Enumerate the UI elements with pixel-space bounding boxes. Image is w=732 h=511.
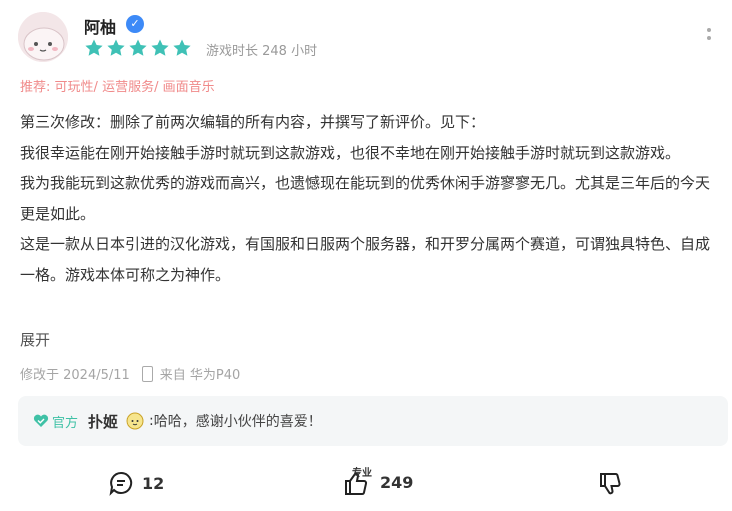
review-meta: 修改于 2024/5/11 来自 华为P40 <box>20 364 240 383</box>
device-label: 来自 华为P40 <box>159 368 241 383</box>
review-paragraph: 我为我能玩到这款优秀的游戏而高兴，也遗憾现在能玩到的优秀休闲手游寥寥无几。尤其是… <box>20 174 711 223</box>
rating-stars <box>84 38 192 58</box>
recommend-tags: 推荐: 可玩性/ 运营服务/ 画面音乐 <box>20 80 215 95</box>
tag-item: 画面音乐 <box>162 80 215 95</box>
tag-item: 运营服务 <box>102 80 155 95</box>
comment-button[interactable]: 12 <box>108 470 164 496</box>
expand-link[interactable]: 展开 <box>20 329 50 350</box>
modified-date: 修改于 2024/5/11 <box>20 368 130 383</box>
playtime: 游戏时长 248 小时 <box>206 44 318 59</box>
tags-label: 推荐: <box>20 80 51 95</box>
star-icon <box>129 39 147 56</box>
action-bar: 12 249 专业 <box>0 466 732 502</box>
replier-name[interactable]: 扑姬 <box>88 411 118 432</box>
replier-avatar-icon <box>126 412 144 430</box>
review-paragraph: 我很幸运能在刚开始接触手游时就玩到这款游戏，也很不幸地在刚开始接触手游时就玩到这… <box>20 143 681 162</box>
reply-text: 哈哈，感谢小伙伴的喜爱！ <box>153 414 322 430</box>
tag-item: 可玩性 <box>54 80 94 95</box>
star-icon <box>107 39 125 56</box>
thumbs-down-icon <box>600 473 621 495</box>
review-text: 第三次修改：删除了前两次编辑的所有内容，并撰写了新评价。见下： 我很幸运能在刚开… <box>20 107 720 290</box>
heart-icon <box>33 414 49 427</box>
like-button[interactable]: 249 <box>340 466 413 498</box>
comment-count: 12 <box>142 473 165 493</box>
dislike-button[interactable] <box>596 470 632 498</box>
star-icon <box>151 39 169 56</box>
like-count: 249 <box>380 472 414 492</box>
star-icon <box>85 39 103 56</box>
official-reply[interactable]: 官方 扑姬 : 哈哈，感谢小伙伴的喜爱！ <box>18 396 728 446</box>
like-badge: 专业 <box>352 468 372 479</box>
avatar-cartoon-icon <box>18 12 68 62</box>
official-label: 官方 <box>52 415 79 431</box>
avatar[interactable] <box>18 12 68 62</box>
star-icon <box>173 39 191 56</box>
more-options-icon[interactable] <box>704 28 714 48</box>
verified-badge-icon: ✓ <box>126 15 144 33</box>
phone-icon <box>141 365 153 382</box>
comment-icon <box>109 471 133 496</box>
review-paragraph: 第三次修改：删除了前两次编辑的所有内容，并撰写了新评价。见下： <box>20 113 486 131</box>
review-paragraph: 这是一款从日本引进的汉化游戏，有国服和日服两个服务器，和开罗分属两个赛道，可谓独… <box>20 235 711 284</box>
username[interactable]: 阿柚 <box>84 14 116 38</box>
